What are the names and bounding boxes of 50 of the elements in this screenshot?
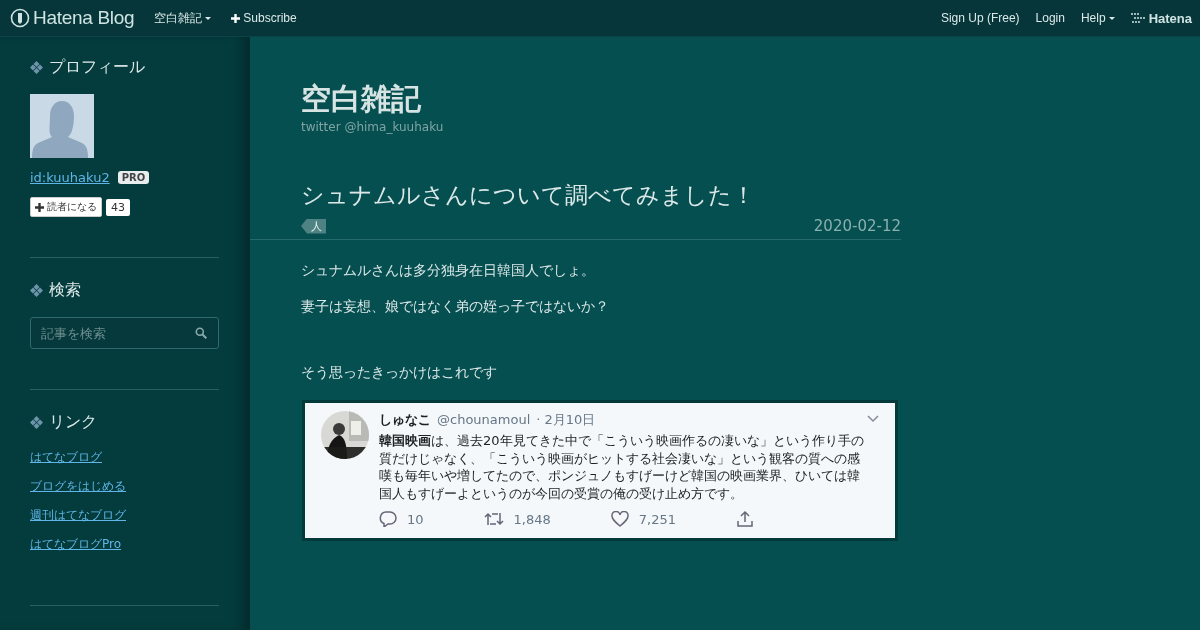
plus-icon xyxy=(35,202,44,212)
sidebar-link[interactable]: はてなブログPro xyxy=(30,536,219,553)
subscribe-link[interactable]: Subscribe xyxy=(231,11,297,25)
diamond-icon xyxy=(30,284,43,297)
diamond-icon xyxy=(30,416,43,429)
tweet-text: 韓国映画は、過去20年見てきた中で「こういう映画作るの凄いな」という作り手の質だけじゃなく、「こういう映画がヒットする社会凄いな」という観客の質への感嘆も毎年いや増してたので、ポンジュノもすげーけど韓国の映画業界、ひいては韓国人もすげーよというのが今回の受賞の俺の受け止め方です。 xyxy=(379,432,865,503)
retweet-count: 1,848 xyxy=(513,511,551,527)
paragraph: 妻子は妄想、娘ではなく弟の姪っ子ではないか？ xyxy=(301,298,610,316)
sidebar-link[interactable]: はてなブログ xyxy=(30,449,219,466)
article-title[interactable]: シュナムルさんについて調べてみました！ xyxy=(301,180,901,211)
like-count: 7,251 xyxy=(638,511,676,527)
hatena-blog-logo[interactable]: Hatena Blog xyxy=(10,7,135,29)
paragraph: シュナムルさんは多分独身在日韓国人でしょ。 xyxy=(301,262,596,280)
paragraph: そう思ったきっかけはこれです xyxy=(301,364,498,382)
heart-icon xyxy=(610,511,629,528)
retweet-icon xyxy=(483,511,504,528)
share-icon xyxy=(736,510,754,529)
caret-icon xyxy=(205,16,212,20)
user-id-link[interactable]: id:kuuhaku2 xyxy=(30,170,110,185)
blog-title[interactable]: 空白雑記 xyxy=(301,79,901,120)
category-tag[interactable]: 人 xyxy=(301,218,326,234)
tweet-author: しゅなこ xyxy=(379,411,431,429)
avatar-silhouette xyxy=(30,94,94,158)
logo-icon xyxy=(10,8,30,28)
follower-count: 43 xyxy=(106,198,130,216)
lines-icon xyxy=(1130,13,1147,23)
tweet-date: · 2月10日 xyxy=(536,411,596,429)
article-date: 2020-02-12 xyxy=(813,217,901,235)
sidebar-link[interactable]: 週刊はてなブログ xyxy=(30,507,219,524)
help-menu[interactable]: Help xyxy=(1080,11,1115,25)
search-icon xyxy=(195,327,207,339)
reply-count: 10 xyxy=(407,511,424,527)
hatena-logo[interactable]: Hatena xyxy=(1130,10,1192,26)
caret-icon xyxy=(1108,16,1115,20)
section-heading: プロフィール xyxy=(49,57,145,78)
diamond-icon xyxy=(30,61,43,74)
header-link[interactable]: Login xyxy=(1035,11,1065,25)
chevron-icon xyxy=(867,415,879,423)
blog-description: twitter @hima_kuuhaku xyxy=(301,120,445,134)
section-heading: リンク xyxy=(49,412,97,433)
sidebar-link[interactable]: ブログをはじめる xyxy=(30,478,219,495)
pro-badge: PRO xyxy=(117,171,150,184)
reply-icon xyxy=(379,511,397,528)
header-link[interactable]: Sign Up (Free) xyxy=(940,11,1020,25)
blog-menu[interactable]: 空白雑記 xyxy=(154,9,212,27)
section-heading: 検索 xyxy=(49,280,81,301)
tweet-handle: @chounamoul xyxy=(437,412,531,427)
plus-icon xyxy=(231,13,241,23)
search-field[interactable]: 記事を検索 xyxy=(30,317,219,349)
follow-button[interactable]: 読者になる xyxy=(30,197,102,217)
